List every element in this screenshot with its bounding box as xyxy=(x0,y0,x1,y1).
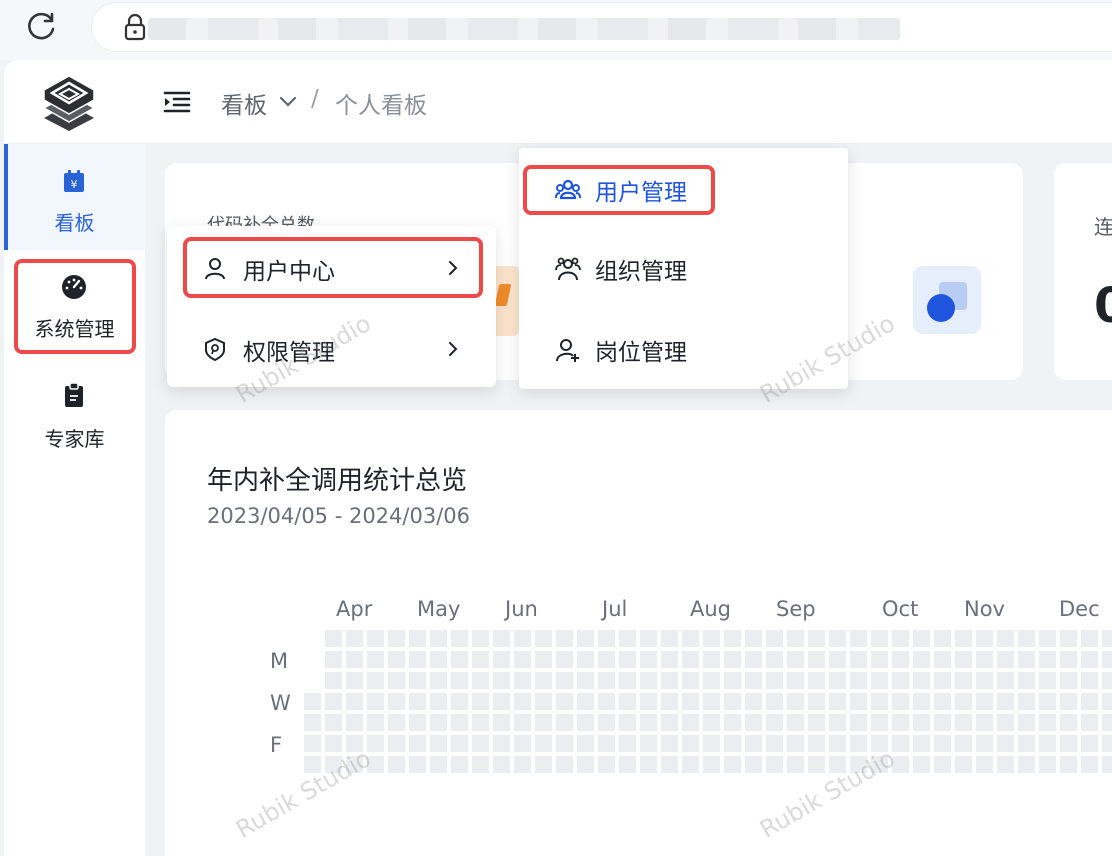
sidebar-item-expert-library[interactable]: 专家库 xyxy=(4,368,145,474)
reload-icon[interactable] xyxy=(24,10,58,44)
streak-label: 连 xyxy=(1094,215,1112,239)
chevron-right-icon xyxy=(449,342,458,356)
overview-card: 年内补全调用统计总览 2023/04/05 - 2024/03/06 Apr M… xyxy=(165,410,1112,856)
user-icon xyxy=(205,258,225,280)
system-management-submenu: 用户中心 权限管理 xyxy=(167,226,496,387)
team-icon xyxy=(555,257,581,281)
menu-item-permission-management[interactable]: 权限管理 xyxy=(167,319,496,379)
breadcrumb-separator: / xyxy=(311,86,319,112)
month-label: Oct xyxy=(882,597,919,621)
breadcrumb-root[interactable]: 看板 xyxy=(221,86,267,120)
menu-item-label: 用户中心 xyxy=(243,259,335,285)
menu-item-label: 岗位管理 xyxy=(595,340,687,366)
heatmap-row xyxy=(304,714,1112,731)
sidebar-item-system-management[interactable]: 系统管理 xyxy=(4,256,145,362)
clipboard-icon xyxy=(65,382,83,407)
chevron-down-icon[interactable] xyxy=(279,96,297,108)
sidebar-item-label: 系统管理 xyxy=(34,317,115,341)
page-header: 看板 / 个人看板 xyxy=(145,60,1112,144)
dashboard-gauge-icon xyxy=(62,275,86,299)
menu-item-user-center[interactable]: 用户中心 xyxy=(167,238,496,298)
menu-item-label: 组织管理 xyxy=(595,259,687,285)
user-center-submenu: 用户管理 组织管理 岗位管理 xyxy=(519,148,848,389)
app-logo xyxy=(42,75,96,131)
month-label: Dec xyxy=(1059,597,1100,621)
heatmap-row xyxy=(304,756,1112,773)
menu-item-label: 权限管理 xyxy=(243,340,335,366)
month-label: Aug xyxy=(690,597,732,621)
heatmap-row xyxy=(304,735,1112,752)
heatmap-row xyxy=(325,672,1112,689)
month-label: Nov xyxy=(964,597,1005,621)
browser-toolbar xyxy=(0,0,1112,60)
menu-item-position-management[interactable]: 岗位管理 xyxy=(519,320,848,380)
overview-date-range: 2023/04/05 - 2024/03/06 xyxy=(207,504,471,528)
svg-text:¥: ¥ xyxy=(71,178,78,191)
blurred-url xyxy=(148,18,900,40)
overview-title: 年内补全调用统计总览 xyxy=(207,466,468,496)
shield-icon xyxy=(205,337,225,361)
menu-fold-icon[interactable] xyxy=(163,90,191,114)
heatmap-row xyxy=(304,693,1112,710)
chevron-right-icon xyxy=(449,261,458,275)
sidebar-item-label: 专家库 xyxy=(44,427,105,451)
users-icon xyxy=(555,179,581,200)
heatmap-row xyxy=(325,630,1112,647)
breadcrumb-current: 个人看板 xyxy=(335,93,427,119)
chart-shape-icon xyxy=(913,266,981,334)
streak-card: 连 0 xyxy=(1054,163,1112,380)
sidebar: ¥ 看板 系统管理 专家库 xyxy=(4,60,145,856)
menu-item-user-management[interactable]: 用户管理 xyxy=(519,160,848,220)
month-label: May xyxy=(417,597,461,621)
user-position-icon xyxy=(556,339,579,362)
sidebar-item-dashboard[interactable]: ¥ 看板 xyxy=(4,144,145,250)
menu-item-label: 用户管理 xyxy=(595,180,687,206)
contribution-heatmap xyxy=(303,630,1112,775)
menu-item-organization-management[interactable]: 组织管理 xyxy=(519,239,848,299)
weekday-label: F xyxy=(270,733,283,757)
orange-stat-icon xyxy=(494,266,519,336)
month-label: Jun xyxy=(505,597,538,621)
month-label: Apr xyxy=(336,597,373,621)
lock-icon xyxy=(124,13,146,41)
weekday-label: M xyxy=(270,649,289,673)
month-label: Jul xyxy=(602,597,628,621)
sidebar-item-label: 看板 xyxy=(54,211,95,235)
streak-value: 0 xyxy=(1094,278,1112,334)
heatmap-row xyxy=(325,651,1112,668)
month-label: Sep xyxy=(776,597,816,621)
weekday-label: W xyxy=(270,691,291,715)
calendar-yen-icon: ¥ xyxy=(64,170,84,192)
